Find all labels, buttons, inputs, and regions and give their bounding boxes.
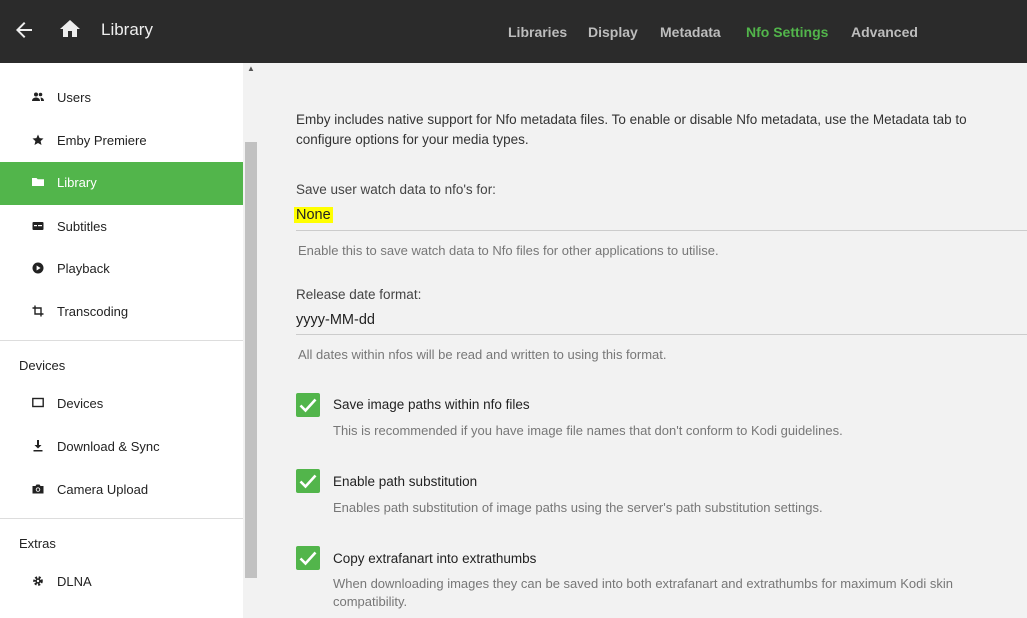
sidebar-item-subtitles[interactable]: Subtitles [0, 206, 243, 248]
play-icon [32, 262, 44, 274]
sidebar-item-label: Transcoding [57, 304, 129, 319]
release-date-input[interactable]: yyyy-MM-dd [296, 312, 375, 328]
sidebar-item-devices[interactable]: Devices [0, 383, 243, 425]
copy-extrafanart-help: When downloading images they can be save… [333, 576, 954, 609]
gear-icon [33, 576, 43, 586]
sidebar-item-download-sync[interactable]: Download & Sync [0, 426, 243, 468]
sidebar-item-dlna[interactable]: DLNA [0, 561, 243, 603]
sidebar-item-label: DLNA [57, 574, 92, 589]
crop-icon [32, 305, 44, 317]
app-header: Library Libraries Display Metadata Nfo S… [0, 0, 1027, 63]
sidebar-item-library[interactable]: Library [0, 162, 243, 205]
release-date-underline [296, 334, 1027, 335]
sidebar-item-camera-upload[interactable]: Camera Upload [0, 469, 243, 511]
sidebar-item-playback[interactable]: Playback [0, 248, 243, 290]
star-icon [32, 134, 44, 145]
sidebar: Users Emby Premiere Library Subtitles Pl… [0, 63, 243, 618]
section-heading-devices: Devices [19, 358, 66, 373]
save-image-paths-help: This is recommended if you have image fi… [333, 423, 843, 438]
release-date-help: All dates within nfos will be read and w… [298, 347, 667, 362]
save-image-paths-checkbox[interactable] [296, 393, 320, 417]
scrollbar-thumb[interactable] [245, 142, 257, 578]
path-substitution-checkbox[interactable] [296, 469, 320, 493]
path-substitution-label[interactable]: Enable path substitution [333, 474, 477, 489]
sidebar-item-label: Subtitles [57, 219, 107, 234]
home-icon[interactable] [58, 17, 82, 41]
tab-metadata[interactable]: Metadata [660, 24, 721, 40]
camera-icon [32, 484, 44, 494]
watch-data-help: Enable this to save watch data to Nfo fi… [298, 243, 719, 258]
watch-data-select[interactable]: None [294, 207, 333, 223]
divider [0, 518, 243, 519]
checkmark-icon [299, 551, 317, 566]
tab-display[interactable]: Display [588, 24, 638, 40]
path-substitution-help: Enables path substitution of image paths… [333, 500, 823, 515]
sidebar-item-emby-premiere[interactable]: Emby Premiere [0, 120, 243, 162]
sidebar-item-label: Library [57, 175, 97, 190]
sidebar-item-label: Camera Upload [57, 482, 149, 497]
sidebar-item-users[interactable]: Users [0, 77, 243, 119]
sidebar-item-label: Download & Sync [57, 439, 160, 454]
sidebar-item-label: Devices [57, 396, 104, 411]
scroll-up-arrow-icon[interactable]: ▲ [247, 64, 255, 73]
copy-extrafanart-checkbox[interactable] [296, 546, 320, 570]
tablet-icon [32, 397, 44, 408]
watch-data-label: Save user watch data to nfo's for: [296, 182, 496, 197]
sidebar-item-transcoding[interactable]: Transcoding [0, 291, 243, 333]
section-heading-extras: Extras [19, 536, 56, 551]
sidebar-item-label: Users [57, 90, 91, 105]
divider [0, 340, 243, 341]
tab-nfo-settings[interactable]: Nfo Settings [746, 24, 828, 40]
back-arrow-icon[interactable] [12, 18, 36, 42]
copy-extrafanart-label[interactable]: Copy extrafanart into extrathumbs [333, 551, 536, 566]
tab-advanced[interactable]: Advanced [851, 24, 918, 40]
checkmark-icon [299, 474, 317, 489]
tab-libraries[interactable]: Libraries [508, 24, 567, 40]
release-date-label: Release date format: [296, 287, 422, 302]
folder-icon [32, 178, 44, 186]
intro-description: Emby includes native support for Nfo met… [296, 112, 967, 147]
nfo-settings-panel: Emby includes native support for Nfo met… [259, 63, 1027, 618]
sidebar-item-label: Playback [57, 261, 110, 276]
sidebar-item-label: Emby Premiere [57, 133, 147, 148]
save-image-paths-label[interactable]: Save image paths within nfo files [333, 397, 530, 412]
download-icon [33, 440, 43, 452]
users-icon [32, 92, 44, 101]
checkmark-icon [299, 398, 317, 413]
watch-data-underline [296, 230, 1027, 231]
subtitles-icon [32, 222, 44, 230]
page-title: Library [101, 20, 153, 39]
